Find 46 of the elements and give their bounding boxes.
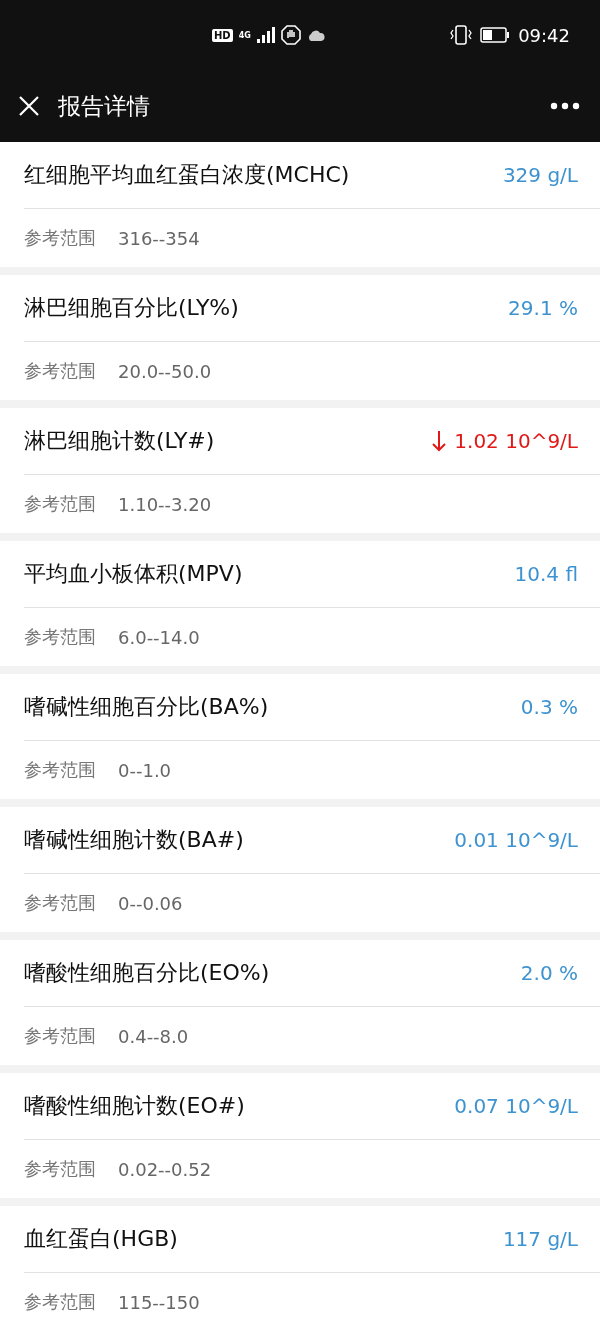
- hd-badge: HD: [212, 28, 233, 42]
- range-label: 参考范围: [24, 891, 96, 915]
- battery-icon: [480, 27, 511, 43]
- range-label: 参考范围: [24, 758, 96, 782]
- range-label: 参考范围: [24, 1290, 96, 1314]
- test-name: 嗜碱性细胞计数(BA#): [24, 826, 244, 854]
- reference-range: 1.10--3.20: [118, 493, 212, 515]
- reference-range: 0.4--8.0: [118, 1025, 189, 1047]
- test-value: 329 g/L: [502, 163, 578, 187]
- test-value: 10.4 fl: [514, 562, 578, 586]
- test-name: 红细胞平均血红蛋白浓度(MCHC): [24, 161, 350, 189]
- clock-time: 09:42: [518, 24, 570, 46]
- reference-range: 0--0.06: [118, 892, 183, 914]
- test-name: 嗜酸性细胞计数(EO#): [24, 1092, 245, 1120]
- test-name: 平均血小板体积(MPV): [24, 560, 243, 588]
- test-value: 0.3 %: [520, 695, 578, 719]
- vibrate-icon: [450, 25, 473, 45]
- range-label: 参考范围: [24, 492, 96, 516]
- test-value: 117 g/L: [502, 1227, 578, 1251]
- range-label: 参考范围: [24, 359, 96, 383]
- reference-range: 0--1.0: [118, 759, 172, 781]
- range-label: 参考范围: [24, 625, 96, 649]
- test-value: 29.1 %: [508, 296, 578, 320]
- range-label: 参考范围: [24, 1024, 96, 1048]
- cloud-icon: [306, 29, 325, 41]
- range-label: 参考范围: [24, 226, 96, 250]
- test-name: 嗜碱性细胞百分比(BA%): [24, 693, 269, 721]
- reference-range: 0.02--0.52: [118, 1158, 212, 1180]
- test-name: 嗜酸性细胞百分比(EO%): [24, 959, 270, 987]
- test-value: 2.0 %: [520, 961, 578, 985]
- range-label: 参考范围: [24, 1157, 96, 1181]
- reference-range: 115--150: [118, 1291, 200, 1313]
- reference-range: 6.0--14.0: [118, 626, 200, 648]
- signal-icon: [256, 27, 275, 43]
- test-value: 0.01 10^9/L: [454, 828, 578, 852]
- page-title: 报告详情: [58, 91, 150, 121]
- close-icon[interactable]: [18, 95, 40, 117]
- network-label: 4G: [238, 30, 251, 40]
- test-name: 淋巴细胞百分比(LY%): [24, 294, 239, 322]
- test-name: 淋巴细胞计数(LY#): [24, 427, 215, 455]
- test-value: 0.07 10^9/L: [454, 1094, 578, 1118]
- reference-range: 316--354: [118, 227, 200, 249]
- test-name: 血红蛋白(HGB): [24, 1225, 178, 1253]
- more-icon[interactable]: [550, 102, 580, 110]
- reference-range: 20.0--50.0: [118, 360, 212, 382]
- test-value: 1.02 10^9/L: [454, 429, 578, 453]
